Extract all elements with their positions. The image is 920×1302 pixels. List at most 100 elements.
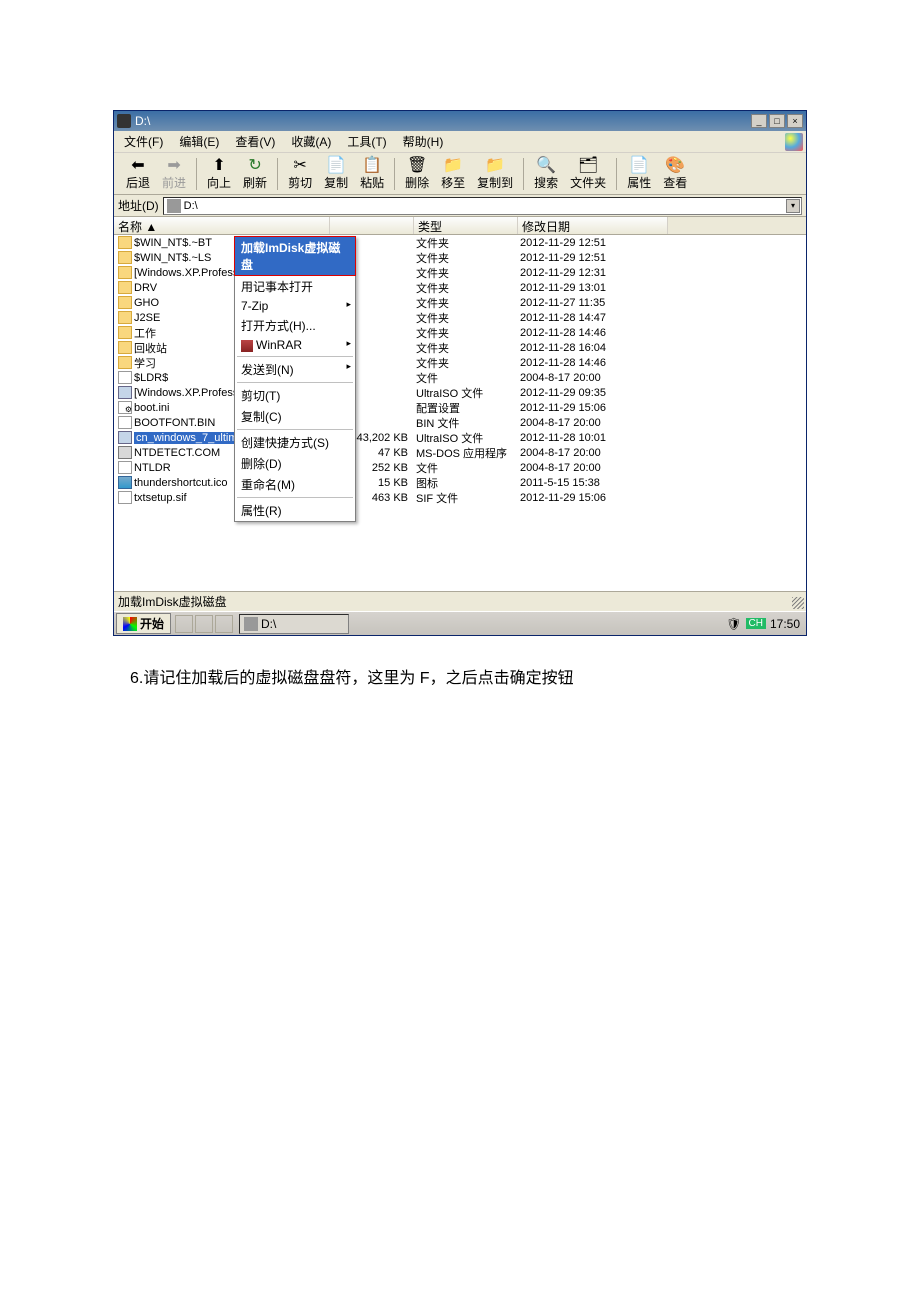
menu-view[interactable]: 查看(V) [227, 130, 283, 153]
menu-tools[interactable]: 工具(T) [339, 130, 394, 153]
cut-button[interactable]: ✂剪切 [282, 156, 318, 191]
file-row[interactable]: $WIN_NT$.~BT文件夹2012-11-29 12:51 [114, 235, 806, 250]
file-row[interactable]: BOOTFONT.BINBIN 文件2004-8-17 20:00 [114, 415, 806, 430]
menu-help[interactable]: 帮助(H) [395, 130, 452, 153]
file-row[interactable]: [Windows.XP.ProfessUltraISO 文件2012-11-29… [114, 385, 806, 400]
file-row[interactable]: GHO文件夹2012-11-27 11:35 [114, 295, 806, 310]
ctx-7zip[interactable]: 7-Zip [235, 297, 355, 315]
status-bar: 加载ImDisk虚拟磁盘 [114, 591, 806, 611]
file-name: J2SE [134, 312, 160, 324]
file-row[interactable]: 回收站文件夹2012-11-28 16:04 [114, 340, 806, 355]
menu-fav[interactable]: 收藏(A) [283, 130, 339, 153]
file-type: 文件 [414, 460, 518, 476]
ctx-shortcut[interactable]: 创建快捷方式(S) [235, 432, 355, 453]
ctx-props[interactable]: 属性(R) [235, 500, 355, 521]
col-date[interactable]: 修改日期 [518, 217, 668, 234]
file-name: txtsetup.sif [134, 492, 187, 504]
copy-button[interactable]: 📄复制 [318, 156, 354, 191]
folders-icon: 🗂 [578, 156, 598, 174]
folder-move-icon: 📁 [443, 156, 463, 174]
dropdown-icon[interactable]: ▾ [786, 199, 800, 213]
drive-icon [117, 114, 131, 128]
file-row[interactable]: boot.ini配置设置2012-11-29 15:06 [114, 400, 806, 415]
copyto-button[interactable]: 📁复制到 [471, 156, 519, 191]
file-type: 文件夹 [414, 235, 518, 251]
file-name: $WIN_NT$.~BT [134, 237, 212, 249]
ctx-sendto[interactable]: 发送到(N) [235, 359, 355, 380]
tray-item[interactable]: 🛡 [726, 617, 741, 631]
search-button[interactable]: 🔍搜索 [528, 156, 564, 191]
file-row[interactable]: 学习文件夹2012-11-28 14:46 [114, 355, 806, 370]
taskbar-task-explorer[interactable]: D:\ [239, 614, 349, 634]
file-date: 2011-5-15 15:38 [518, 477, 668, 489]
context-menu: 加载ImDisk虚拟磁盘 用记事本打开 7-Zip 打开方式(H)... Win… [234, 236, 356, 522]
refresh-button[interactable]: ↻刷新 [237, 156, 273, 191]
address-bar: 地址(D) D:\ ▾ [114, 195, 806, 217]
file-row[interactable]: NTLDR252 KB文件2004-8-17 20:00 [114, 460, 806, 475]
ctx-cut[interactable]: 剪切(T) [235, 385, 355, 406]
ctx-winrar[interactable]: WinRAR [235, 336, 355, 354]
file-row[interactable]: 工作文件夹2012-11-28 14:46 [114, 325, 806, 340]
start-button[interactable]: 开始 [116, 613, 171, 634]
menu-file[interactable]: 文件(F) [116, 130, 171, 153]
file-date: 2012-11-29 12:31 [518, 267, 668, 279]
ctx-rename[interactable]: 重命名(M) [235, 474, 355, 495]
file-date: 2004-8-17 20:00 [518, 447, 668, 459]
file-row[interactable]: NTDETECT.COM47 KBMS-DOS 应用程序2004-8-17 20… [114, 445, 806, 460]
file-row[interactable]: DRV文件夹2012-11-29 13:01 [114, 280, 806, 295]
ql-item-2[interactable] [195, 615, 213, 633]
properties-button[interactable]: 📄属性 [621, 156, 657, 191]
file-type: 文件夹 [414, 265, 518, 281]
winrar-icon [241, 340, 253, 352]
ctx-notepad[interactable]: 用记事本打开 [235, 276, 355, 297]
file-type: 图标 [414, 475, 518, 491]
language-indicator[interactable]: CH [746, 618, 766, 629]
back-button[interactable]: ⬅后退 [120, 156, 156, 191]
file-icon [118, 461, 132, 474]
moveto-button[interactable]: 📁移至 [435, 156, 471, 191]
delete-button[interactable]: 🗑删除 [399, 156, 435, 191]
resize-grip-icon[interactable] [792, 597, 804, 609]
menu-edit[interactable]: 编辑(E) [171, 130, 227, 153]
properties-icon: 📄 [629, 156, 649, 174]
file-row[interactable]: cn_windows_7_ultimate_x86_...2,543,202 K… [114, 430, 806, 445]
col-name[interactable]: 名称 ▲ [114, 217, 330, 234]
col-size[interactable] [330, 217, 414, 234]
file-row[interactable]: txtsetup.sif463 KBSIF 文件2012-11-29 15:06 [114, 490, 806, 505]
minimize-button[interactable]: _ [751, 114, 767, 128]
file-date: 2012-11-28 14:47 [518, 312, 668, 324]
clock[interactable]: 17:50 [770, 617, 800, 631]
ql-item-3[interactable] [215, 615, 233, 633]
views-button[interactable]: 🎨查看 [657, 156, 693, 191]
ctx-copy[interactable]: 复制(C) [235, 406, 355, 427]
ctx-openwith[interactable]: 打开方式(H)... [235, 315, 355, 336]
quick-launch [175, 615, 233, 633]
maximize-button[interactable]: □ [769, 114, 785, 128]
ctx-imdisk[interactable]: 加载ImDisk虚拟磁盘 [234, 236, 356, 276]
file-row[interactable]: [Windows.XP.Profess文件夹2012-11-29 12:31 [114, 265, 806, 280]
file-row[interactable]: $WIN_NT$.~LS文件夹2012-11-29 12:51 [114, 250, 806, 265]
conf-icon [118, 401, 132, 414]
file-type: UltraISO 文件 [414, 430, 518, 446]
file-row[interactable]: J2SE文件夹2012-11-28 14:47 [114, 310, 806, 325]
ctx-delete[interactable]: 删除(D) [235, 453, 355, 474]
forward-button[interactable]: ➡前进 [156, 156, 192, 191]
paste-button[interactable]: 📋粘贴 [354, 156, 390, 191]
column-headers[interactable]: 名称 ▲ 类型 修改日期 [114, 217, 806, 235]
file-list[interactable]: 加载ImDisk虚拟磁盘 用记事本打开 7-Zip 打开方式(H)... Win… [114, 235, 806, 591]
col-type[interactable]: 类型 [414, 217, 518, 234]
close-button[interactable]: × [787, 114, 803, 128]
fold-icon [118, 281, 132, 294]
folders-button[interactable]: 🗂文件夹 [564, 156, 612, 191]
ql-item-1[interactable] [175, 615, 193, 633]
file-row[interactable]: $LDR$文件2004-8-17 20:00 [114, 370, 806, 385]
windows-logo-icon [785, 133, 803, 151]
address-combo[interactable]: D:\ ▾ [163, 197, 802, 215]
titlebar[interactable]: D:\ _ □ × [114, 111, 806, 131]
address-value: D:\ [184, 200, 198, 212]
up-button[interactable]: ⬆向上 [201, 156, 237, 191]
file-row[interactable]: thundershortcut.ico15 KB图标2011-5-15 15:3… [114, 475, 806, 490]
file-name: $WIN_NT$.~LS [134, 252, 211, 264]
file-date: 2012-11-29 12:51 [518, 252, 668, 264]
fold-icon [118, 251, 132, 264]
